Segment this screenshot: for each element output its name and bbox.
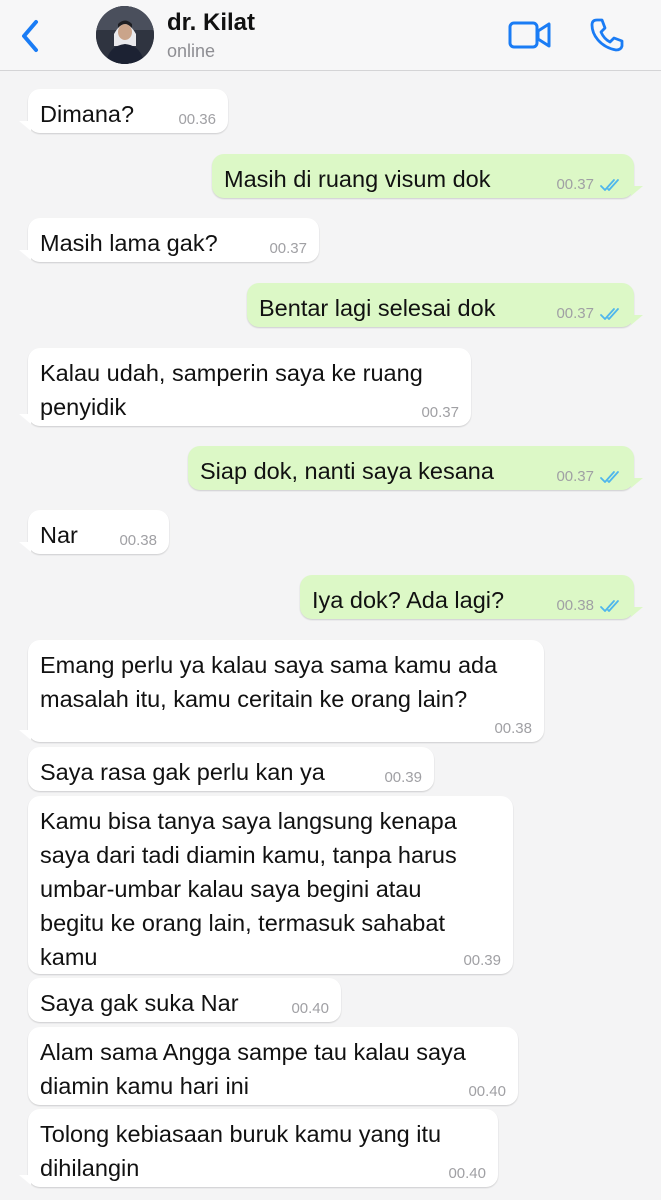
phone-icon — [590, 18, 624, 52]
message-timestamp: 00.38 — [494, 720, 532, 737]
contact-status: online — [167, 41, 216, 61]
message-text: dihilangin — [40, 1155, 140, 1181]
double-check-icon — [600, 471, 619, 483]
message-timestamp: 00.36 — [178, 111, 216, 128]
message-text: Alam sama Angga sampe tau kalau saya — [40, 1039, 466, 1065]
message-text: Tolong kebiasaan buruk kamu yang itu — [40, 1121, 442, 1147]
outgoing-message[interactable]: Masih di ruang visum dok 00.37 — [212, 154, 643, 198]
message-text: Masih lama gak? — [40, 230, 218, 256]
incoming-message[interactable]: Masih lama gak? 00.37 — [19, 218, 319, 262]
message-text: Kalau udah, samperin saya ke ruang — [40, 360, 423, 386]
message-text: Saya rasa gak perlu kan ya — [40, 759, 325, 785]
video-call-button[interactable] — [507, 18, 553, 52]
incoming-message[interactable]: Alam sama Angga sampe tau kalau saya diam… — [28, 1027, 518, 1105]
message-text: Emang perlu ya kalau saya sama kamu ada — [40, 652, 498, 678]
message-text: Saya gak suka Nar — [40, 990, 239, 1016]
incoming-message[interactable]: Nar 00.38 — [19, 510, 169, 554]
outgoing-message[interactable]: Siap dok, nanti saya kesana 00.37 — [188, 446, 643, 490]
message-timestamp: 00.39 — [384, 769, 422, 786]
voice-call-button[interactable] — [588, 16, 626, 54]
message-timestamp: 00.37 — [269, 240, 307, 257]
message-timestamp: 00.37 — [556, 305, 594, 322]
double-check-icon — [600, 179, 619, 191]
incoming-message[interactable]: Dimana? 00.36 — [19, 89, 228, 133]
message-timestamp: 00.40 — [291, 1000, 329, 1017]
chevron-left-icon — [22, 20, 38, 52]
message-text: saya dari tadi diamin kamu, tanpa harus — [40, 842, 457, 868]
double-check-icon — [600, 600, 619, 612]
message-timestamp: 00.38 — [119, 532, 157, 549]
message-text: diamin kamu hari ini — [40, 1073, 249, 1099]
message-timestamp: 00.40 — [448, 1165, 486, 1182]
message-timestamp: 00.37 — [421, 404, 459, 421]
message-text: begitu ke orang lain, termasuk sahabat — [40, 910, 445, 936]
incoming-message[interactable]: Kalau udah, samperin saya ke ruang penyid… — [19, 348, 471, 426]
chat-header: dr. Kilat online — [0, 0, 661, 71]
message-text: kamu — [40, 944, 98, 970]
outgoing-message[interactable]: Iya dok? Ada lagi? 00.38 — [300, 575, 643, 619]
incoming-message[interactable]: Tolong kebiasaan buruk kamu yang itu dihi… — [19, 1109, 498, 1187]
avatar[interactable] — [96, 6, 154, 64]
incoming-message[interactable]: Emang perlu ya kalau saya sama kamu ada m… — [19, 640, 544, 742]
incoming-message[interactable]: Kamu bisa tanya saya langsung kenapa saya… — [28, 796, 513, 974]
message-timestamp: 00.37 — [556, 176, 594, 193]
back-button[interactable] — [14, 14, 48, 58]
outgoing-message[interactable]: Bentar lagi selesai dok 00.37 — [247, 283, 643, 327]
message-timestamp: 00.38 — [556, 597, 594, 614]
message-timestamp: 00.37 — [556, 468, 594, 485]
message-timestamp: 00.40 — [468, 1083, 506, 1100]
message-text: Kamu bisa tanya saya langsung kenapa — [40, 808, 457, 834]
incoming-message[interactable]: Saya rasa gak perlu kan ya 00.39 — [28, 747, 434, 791]
incoming-message[interactable]: Saya gak suka Nar 00.40 — [28, 978, 341, 1022]
double-check-icon — [600, 308, 619, 320]
video-camera-icon — [508, 21, 551, 49]
message-text: penyidik — [40, 394, 127, 420]
contact-photo — [96, 6, 154, 64]
contact-name[interactable]: dr. Kilat — [167, 9, 255, 37]
message-timestamp: 00.39 — [463, 952, 501, 969]
message-text: umbar-umbar kalau saya begini atau — [40, 876, 422, 902]
message-text: masalah itu, kamu ceritain ke orang lain… — [40, 686, 468, 712]
